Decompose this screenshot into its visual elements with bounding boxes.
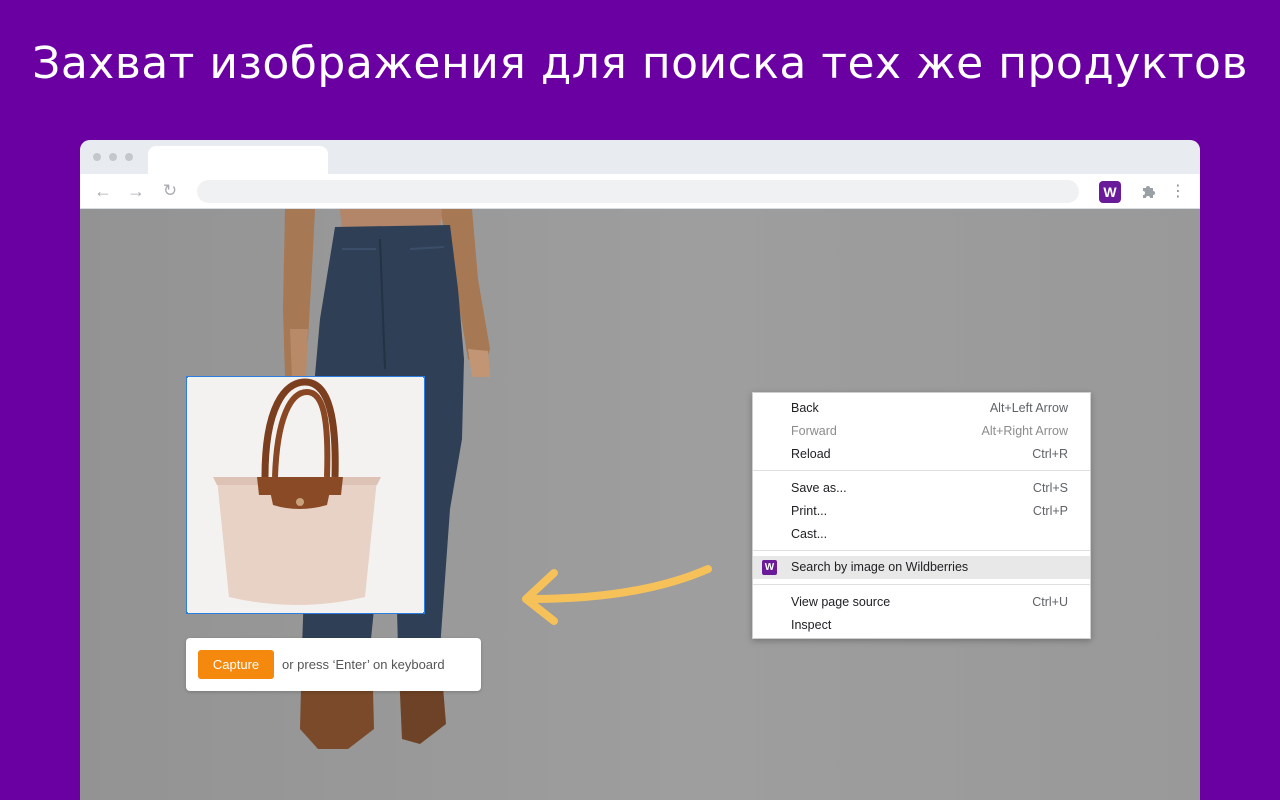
capture-selection-box[interactable]: [186, 376, 425, 614]
extensions-puzzle-icon[interactable]: [1139, 182, 1159, 202]
window-dot[interactable]: [125, 153, 133, 161]
menu-item-search-wildberries[interactable]: W Search by image on Wildberries: [753, 556, 1090, 579]
reload-icon[interactable]: ↻: [159, 180, 181, 202]
menu-item-label: Back: [791, 401, 819, 415]
menu-divider: [753, 584, 1090, 585]
window-dot[interactable]: [109, 153, 117, 161]
selection-handle[interactable]: [422, 377, 424, 379]
page-content: Capture or press ‘Enter’ on keyboard Bac…: [80, 209, 1200, 800]
menu-item-shortcut: Alt+Left Arrow: [989, 401, 1068, 415]
menu-divider: [753, 550, 1090, 551]
menu-item-label: Save as...: [791, 481, 847, 495]
tab-strip: [80, 140, 1200, 174]
headline: Захват изображения для поиска тех же про…: [32, 38, 1248, 89]
menu-item-back[interactable]: Back Alt+Left Arrow: [753, 397, 1090, 420]
menu-item-cast[interactable]: Cast...: [753, 523, 1090, 546]
menu-item-shortcut: Ctrl+U: [1032, 595, 1068, 609]
selection-handle[interactable]: [187, 611, 189, 613]
menu-item-forward[interactable]: Forward Alt+Right Arrow: [753, 420, 1090, 443]
selection-handle[interactable]: [187, 377, 189, 379]
wildberries-logo-icon: W: [762, 560, 777, 575]
handbag-image: [187, 377, 424, 613]
browser-toolbar: ← → ↻ W ⋮: [80, 174, 1200, 209]
context-menu: Back Alt+Left Arrow Forward Alt+Right Ar…: [752, 392, 1091, 639]
menu-item-label: View page source: [791, 595, 891, 609]
menu-item-label: Cast...: [791, 527, 828, 541]
menu-item-shortcut: Ctrl+S: [1032, 481, 1068, 495]
menu-item-label: Inspect: [791, 618, 832, 632]
menu-item-save-as[interactable]: Save as... Ctrl+S: [753, 477, 1090, 500]
menu-item-shortcut: Ctrl+P: [1032, 504, 1068, 518]
selection-handle[interactable]: [422, 611, 424, 613]
menu-item-shortcut: Ctrl+R: [1032, 447, 1068, 461]
menu-divider: [753, 470, 1090, 471]
menu-item-print[interactable]: Print... Ctrl+P: [753, 500, 1090, 523]
menu-item-label: Forward: [791, 424, 837, 438]
browser-window: ← → ↻ W ⋮ Capture or press ‘Enter’ on ke…: [80, 140, 1200, 800]
browser-tab[interactable]: [148, 146, 328, 174]
menu-item-label: Reload: [791, 447, 831, 461]
menu-item-label: Print...: [791, 504, 828, 518]
menu-item-view-source[interactable]: View page source Ctrl+U: [753, 591, 1090, 614]
menu-item-shortcut: Alt+Right Arrow: [981, 424, 1069, 438]
capture-button[interactable]: Capture: [198, 650, 274, 679]
capture-hint: or press ‘Enter’ on keyboard: [282, 657, 445, 672]
wildberries-extension-icon[interactable]: W: [1099, 181, 1121, 203]
capture-toolbar: Capture or press ‘Enter’ on keyboard: [186, 638, 481, 691]
pointer-arrow: [522, 565, 712, 625]
forward-arrow-icon[interactable]: →: [125, 180, 147, 202]
menu-item-reload[interactable]: Reload Ctrl+R: [753, 443, 1090, 466]
back-arrow-icon[interactable]: ←: [92, 180, 114, 202]
menu-item-label: Search by image on Wildberries: [791, 560, 969, 574]
menu-item-inspect[interactable]: Inspect: [753, 614, 1090, 637]
window-dot[interactable]: [93, 153, 101, 161]
browser-menu-icon[interactable]: ⋮: [1170, 181, 1186, 203]
address-bar[interactable]: [197, 180, 1079, 203]
